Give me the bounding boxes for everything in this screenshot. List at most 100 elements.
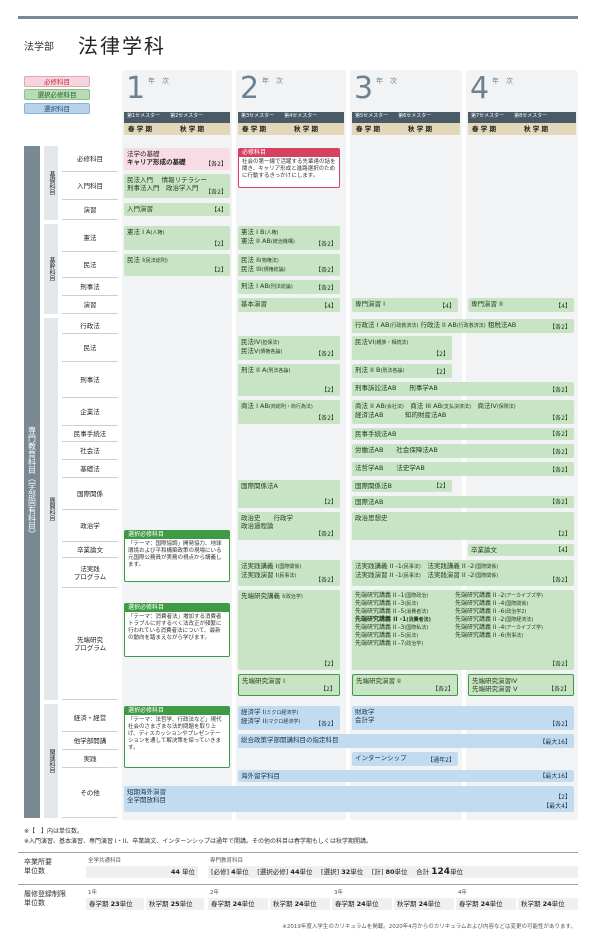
- course-civil-procedure: 民事手続法AB 【各2】: [352, 428, 574, 440]
- course-commercial-2-4: 商法 II AB(会社法) 商法 III AB(支払決済法) 商法IV(保険法)…: [352, 400, 574, 424]
- course-advanced-2: 先端研究講義 II -1(国際政治) 先端研究講義 II -3(民法) 先端研究…: [352, 590, 574, 670]
- row-intro: 入門科目: [62, 172, 118, 200]
- year-4-number: 4: [470, 71, 490, 106]
- course-advanced-seminar-1: 先端研究演習 I 【2】: [238, 674, 340, 696]
- top-rule: [18, 16, 578, 19]
- limit-y1-spring: 春学期 23単位: [86, 898, 144, 910]
- limit-y2-autumn: 秋学期 24単位: [270, 898, 330, 910]
- summary-rule-2: [18, 884, 578, 885]
- year-3-label: 年 次: [376, 77, 397, 85]
- row-civil2: 民法: [62, 334, 118, 362]
- course-labor-law: 労働法AB 社会保障法AB 【各2】: [352, 444, 574, 458]
- faculty-name: 法学部: [24, 42, 54, 53]
- row-intl: 国際関係: [62, 478, 118, 510]
- limit-y2-spring: 春学期 24単位: [208, 898, 268, 910]
- year-3-number: 3: [354, 71, 374, 106]
- note-2: ※入門演習、基本演習、専門演習 I・II、卒業論文、インターンシップは通年で開講…: [24, 838, 372, 845]
- course-career-basics: 法学の基礎 キャリア形成の基礎 【各2】: [124, 148, 230, 170]
- course-intl-relations-b: 国際関係法B 【2】: [352, 480, 452, 492]
- footer-note: ※2019年度入学生のカリキュラムを掲載。2020年4月からのカリキュラムおよび…: [282, 924, 576, 930]
- summary-rule: [18, 852, 578, 853]
- row-practice: 法実践 プログラム: [62, 558, 118, 588]
- course-crim-procedure: 刑事訴訟法AB 刑事学AB 【各2】: [352, 382, 574, 396]
- required-callout: 必修科目 社会の第一線で活躍する先輩達の話を聞き、キャリア形成と進路選択のために…: [238, 148, 340, 188]
- course-basic-seminar: 基本演習 【4】: [238, 298, 340, 312]
- course-intro-seminar: 入門演習 【4】: [124, 203, 230, 216]
- course-advanced-seminar-3: 先端研究演習IV 先端研究演習 V 【各2】: [468, 674, 574, 696]
- common-value: 44 単位: [86, 866, 198, 878]
- row-seminar: 演習: [62, 200, 118, 220]
- course-advanced-1: 先端研究講義 I(政治学) 【2】: [238, 590, 340, 670]
- spec-values: [必修] 4単位 [選択必修] 44単位 [選択] 32単位 [計] 80単位 …: [208, 866, 578, 878]
- note-1: ※【 】内は単位数。: [24, 828, 84, 835]
- limit-label: 履修登録制限 単位数: [24, 890, 66, 907]
- course-civil-2-3: 民法 II(物権法) 民法 III(債権総論) 【各2】: [238, 254, 340, 276]
- limit-year-1: 1年: [88, 890, 97, 896]
- row-basiclaw: 基礎法: [62, 460, 118, 478]
- year-1-number: 1: [126, 71, 146, 106]
- row-criminal2: 刑事法: [62, 362, 118, 398]
- limit-y3-spring: 春学期 24単位: [332, 898, 392, 910]
- limit-year-3: 3年: [334, 890, 343, 896]
- common-label: 全学共通科目: [88, 858, 122, 864]
- limit-year-2: 2年: [210, 890, 219, 896]
- row-required: 必修科目: [62, 146, 118, 172]
- subcategory-basic: 基礎科目: [44, 146, 58, 220]
- selective-callout-1: 選択必修科目 「テーマ：国際協調」開発協力、地球環境および平和構築政策の現場にい…: [124, 530, 230, 582]
- course-constitution-2: 憲法 I B(人権) 憲法 II AB(統治機構) 【各2】: [238, 226, 340, 250]
- course-finance: 財政学 会計学 【各2】: [352, 706, 574, 730]
- course-short-abroad: 短期海外演習 全学開放科目 【2】 【最大4】: [124, 786, 574, 812]
- subcategory-related: 関連科目: [44, 704, 58, 818]
- limit-y3-autumn: 秋学期 24単位: [394, 898, 454, 910]
- course-legal-philosophy: 法哲学AB 法史学AB 【各2】: [352, 462, 574, 476]
- curriculum-page: 法学部 法律学科 必修科目 選択必修科目 選択科目 1 年 次 2 年 次 3 …: [0, 0, 596, 937]
- course-admin-law: 行政法 I AB(行政救済法) 行政法 II AB(行政救済法) 租税法AB 【各…: [352, 319, 574, 333]
- limit-y1-autumn: 秋学期 25単位: [146, 898, 204, 910]
- year-4-seasons: 春 学 期秋 学 期: [468, 123, 576, 135]
- course-intl-relations-a: 国際関係法A 【2】: [238, 480, 340, 508]
- course-intl-law: 国際法AB 【各2】: [352, 496, 574, 508]
- course-seminar-2: 専門演習 II 【4】: [468, 298, 574, 312]
- course-thesis: 卒業論文 【4】: [468, 544, 574, 556]
- row-politics: 政治学: [62, 510, 118, 542]
- legend-elective: 選択科目: [24, 103, 90, 114]
- year-4-label: 年 次: [492, 77, 513, 85]
- advanced-right-list: 先端研究講義 II -2(アーカイブズ学) 先端研究講義 II -4(国際関係)…: [455, 592, 543, 639]
- row-thesis: 卒業論文: [62, 542, 118, 558]
- course-study-abroad: 海外留学科目 【最大16】: [238, 770, 574, 782]
- selective-callout-2: 選択必修科目 「テーマ：消費者法」増加する消費者トラブルに対するべく法改正が頻繁…: [124, 603, 230, 657]
- course-seminar-1: 専門演習 I 【4】: [352, 298, 458, 312]
- row-seminar2: 演習: [62, 296, 118, 314]
- subcategory-development: 展開科目: [44, 318, 58, 700]
- limit-y4-autumn: 秋学期 24単位: [518, 898, 578, 910]
- course-constitution-1a: 憲法 I A(人権) 【2】: [124, 226, 230, 250]
- row-admin: 行政法: [62, 318, 118, 334]
- limit-year-4: 4年: [458, 890, 467, 896]
- advanced-left-list: 先端研究講義 II -1(国際政治) 先端研究講義 II -3(民法) 先端研究…: [355, 592, 431, 647]
- year-3-seasons: 春 学 期秋 学 期: [352, 123, 460, 135]
- limit-y4-spring: 春学期 24単位: [456, 898, 516, 910]
- course-civil-1: 民法 I(民法総則) 【2】: [124, 254, 230, 276]
- row-criminal: 刑事法: [62, 278, 118, 296]
- course-economics: 経済学 I(ミクロ経済学) 経済学 II(マクロ経済学) 【各2】: [238, 706, 340, 730]
- course-criminal-2b: 刑法 II B(刑法各論) 【2】: [352, 364, 452, 378]
- course-other-faculty: 総合政策学部開講科目の指定科目 【最大16】: [238, 734, 574, 748]
- year-1-seasons: 春 学 期秋 学 期: [124, 123, 230, 135]
- course-criminal-2a: 刑法 II A(刑法各論) 【2】: [238, 364, 340, 396]
- category-specialized: 専門教育科目（学部固有科目）: [24, 146, 40, 818]
- course-practice-1: 法実践講義 I(国際関係) 法実践演習 I(民事法) 【各2】: [238, 560, 340, 586]
- spec-label: 専門教育科目: [210, 858, 244, 864]
- course-criminal-1: 刑法 I AB(刑法総論) 【各2】: [238, 280, 340, 294]
- row-civil: 民法: [62, 252, 118, 278]
- grad-units-label: 卒業所要 単位数: [24, 858, 52, 875]
- row-advanced: 先端研究 プログラム: [62, 588, 118, 700]
- course-practice-2: 法実践講義 II -1(民事法) 法実践講義 II -2(国際関係) 法実践演習…: [352, 560, 574, 586]
- row-civproc: 民事手続法: [62, 426, 118, 442]
- row-others: その他: [62, 768, 118, 818]
- year-2-seasons: 春 学 期秋 学 期: [238, 123, 344, 135]
- course-advanced-seminar-2: 先端研究演習 II 【各2】: [352, 674, 458, 696]
- row-social: 社会法: [62, 442, 118, 460]
- row-constitution: 憲法: [62, 224, 118, 252]
- row-corporate: 企業法: [62, 398, 118, 426]
- year-2-label: 年 次: [262, 77, 283, 85]
